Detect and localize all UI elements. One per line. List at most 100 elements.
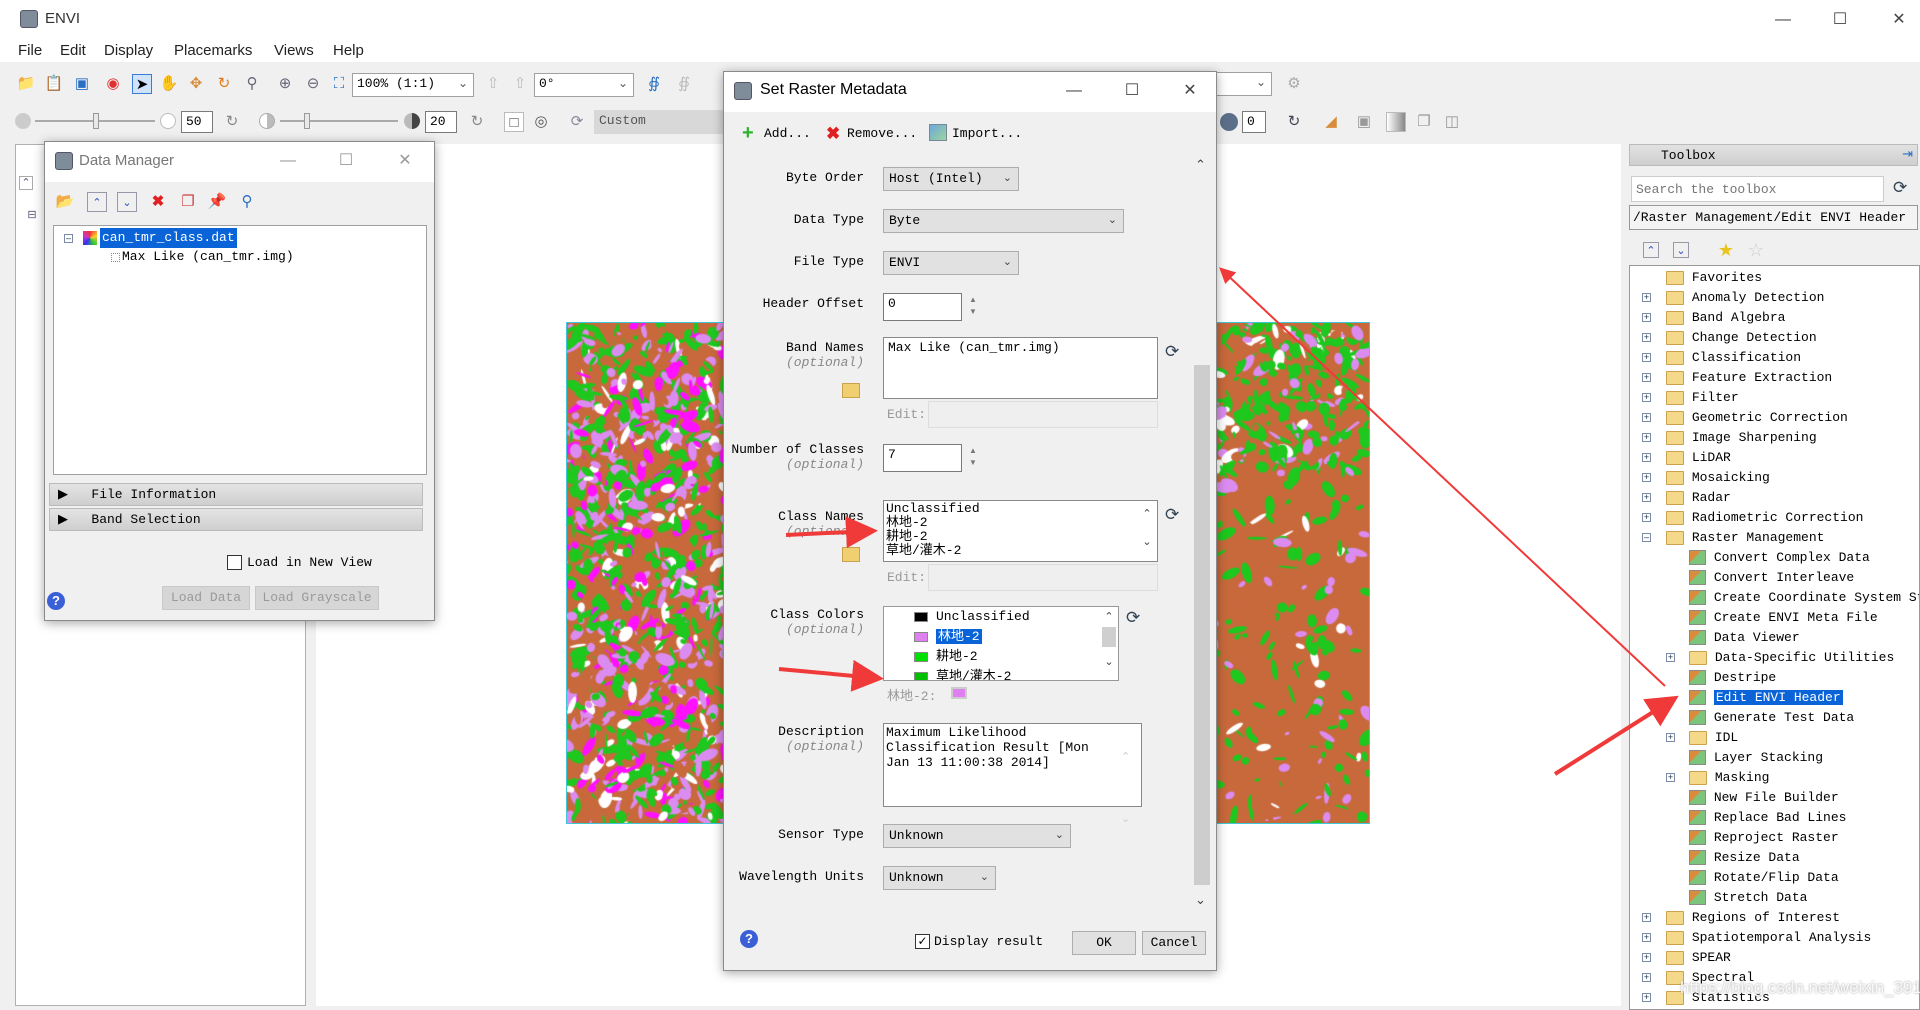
tree-expand-icon[interactable]: + <box>1642 333 1651 342</box>
minimize-button[interactable]: — <box>1763 5 1803 35</box>
tree-expand-icon[interactable]: + <box>1642 933 1651 942</box>
toolbox-folder[interactable]: Spatiotemporal Analysis <box>1666 928 1871 948</box>
sensor-type-select[interactable]: Unknown ⌄ <box>883 824 1071 848</box>
header-offset-input[interactable]: 0 <box>883 293 962 321</box>
tree-collapse-icon[interactable]: – <box>1642 533 1651 542</box>
reset-icon[interactable]: ⟳ <box>1126 608 1140 628</box>
toolbox-tool[interactable]: Rotate/Flip Data <box>1689 868 1839 888</box>
class-color-item[interactable]: 林地-2 <box>914 627 982 647</box>
selected-class-color-button[interactable] <box>951 687 967 699</box>
pan-hand-icon[interactable]: ✋ <box>159 74 179 94</box>
center-icon[interactable]: ◎ <box>531 112 551 132</box>
toolbox-folder[interactable]: Mosaicking <box>1666 468 1770 488</box>
zoom-in-icon[interactable]: ⊕ <box>275 74 295 94</box>
toolbox-tool[interactable]: New File Builder <box>1689 788 1839 808</box>
toolbox-folder[interactable]: Feature Extraction <box>1666 368 1832 388</box>
tree-expand-icon[interactable]: + <box>1642 493 1651 502</box>
brightness-slider[interactable] <box>35 113 155 129</box>
contrast-input[interactable]: 20 <box>425 111 457 133</box>
display-result-checkbox[interactable]: ✓ <box>915 934 930 949</box>
tree-expand-icon[interactable]: + <box>1666 773 1675 782</box>
toolbox-tool[interactable]: Resize Data <box>1689 848 1800 868</box>
stretch-type-field[interactable]: Custom <box>594 110 724 134</box>
dialog-scrollbar[interactable]: ⌃ ⌄ <box>1191 157 1211 977</box>
add-icon[interactable]: + <box>742 123 754 143</box>
menu-views[interactable]: Views <box>274 42 314 59</box>
tree-expand-icon[interactable]: + <box>1642 413 1651 422</box>
toolbox-tool[interactable]: Replace Bad Lines <box>1689 808 1846 828</box>
zoom-fit-icon[interactable]: ⛶ <box>329 74 349 94</box>
class-color-item[interactable]: 耕地-2 <box>914 647 978 667</box>
full-extent-icon[interactable]: □ <box>504 112 524 132</box>
tree-expand-icon[interactable]: + <box>1642 433 1651 442</box>
tree-expand-icon[interactable]: + <box>1642 513 1651 522</box>
description-scrollbar[interactable]: ⌃ ⌄ <box>1121 726 1130 850</box>
ruler-icon[interactable]: ◢ <box>1321 112 1341 132</box>
fly-icon[interactable]: ✥ <box>186 74 206 94</box>
toolbox-folder[interactable]: Filter <box>1666 388 1739 408</box>
toolbox-folder[interactable]: Change Detection <box>1666 328 1817 348</box>
overview-icon[interactable]: ▣ <box>1354 112 1374 132</box>
search-icon[interactable]: ⚲ <box>237 192 257 212</box>
toolbox-tool[interactable]: Create ENVI Meta File <box>1689 608 1878 628</box>
menu-file[interactable]: File <box>18 42 42 59</box>
tree-collapse-icon[interactable]: ⊟ <box>22 205 42 225</box>
tree-expand-icon[interactable]: + <box>1642 953 1651 962</box>
collapse-icon[interactable]: ⌃ <box>19 176 33 190</box>
swipe-icon[interactable]: ◫ <box>1442 112 1462 132</box>
help-icon[interactable]: ? <box>740 930 758 948</box>
tree-expand-icon[interactable]: + <box>1642 353 1651 362</box>
tree-expand-icon[interactable]: + <box>1642 393 1651 402</box>
toolbox-folder[interactable]: Anomaly Detection <box>1666 288 1824 308</box>
flicker-icon[interactable]: ❐ <box>1414 112 1434 132</box>
description-textarea[interactable]: Maximum Likelihood Classification Result… <box>883 723 1142 807</box>
scroll-down-icon[interactable]: ⌄ <box>1195 892 1206 908</box>
toolbox-folder[interactable]: Masking <box>1689 768 1769 788</box>
brightness-input[interactable]: 50 <box>181 111 213 133</box>
refresh-icon[interactable]: ↻ <box>1284 112 1304 132</box>
zoom-out-icon[interactable]: ⊖ <box>303 74 323 94</box>
menu-display[interactable]: Display <box>104 42 153 59</box>
class-name-item[interactable]: 林地-2 <box>886 516 1155 530</box>
minimize-button[interactable]: — <box>268 146 308 176</box>
tree-expand-icon[interactable]: + <box>1642 993 1651 1002</box>
help-icon[interactable]: ? <box>47 592 65 610</box>
toolbox-folder[interactable]: Regions of Interest <box>1666 908 1840 928</box>
crop-icon[interactable]: ▣ <box>72 74 92 94</box>
toolbox-tool[interactable]: Convert Interleave <box>1689 568 1854 588</box>
scrollbar-thumb[interactable] <box>1194 365 1210 885</box>
import-icon[interactable] <box>929 124 947 141</box>
toolbox-tool[interactable]: Reproject Raster <box>1689 828 1839 848</box>
remove-icon[interactable]: ✖ <box>826 124 840 144</box>
refresh-icon[interactable]: ⟳ <box>1893 178 1907 198</box>
tree-expand-icon[interactable]: + <box>1642 913 1651 922</box>
data-type-select[interactable]: Byte ⌄ <box>883 209 1124 233</box>
file-information-section[interactable]: ▶ File Information <box>49 483 423 506</box>
toolbox-tool[interactable]: Stretch Data <box>1689 888 1807 908</box>
add-favorite-icon[interactable]: ★ <box>1716 240 1736 260</box>
cancel-button[interactable]: Cancel <box>1142 931 1206 955</box>
toolbox-folder[interactable]: Geometric Correction <box>1666 408 1848 428</box>
blend-icon[interactable] <box>1386 112 1406 132</box>
gear-icon[interactable]: ⚙ <box>1284 74 1304 94</box>
class-color-item[interactable]: 草地/灌木-2 <box>914 667 1011 680</box>
tree-expand-icon[interactable]: + <box>1642 293 1651 302</box>
placemark-icon[interactable]: ◉ <box>103 74 123 94</box>
load-data-button[interactable]: Load Data <box>162 586 250 610</box>
close-button[interactable]: ✕ <box>385 146 425 176</box>
toolbox-tool[interactable]: Generate Test Data <box>1689 708 1854 728</box>
open-file-icon[interactable]: 📂 <box>55 192 75 212</box>
remove-favorite-icon[interactable]: ☆ <box>1746 240 1766 260</box>
tree-expand-icon[interactable]: + <box>1642 313 1651 322</box>
maximize-button[interactable]: ☐ <box>1820 5 1860 35</box>
transparency-input[interactable]: 0 <box>1242 111 1266 133</box>
maximize-button[interactable]: ☐ <box>326 146 366 176</box>
toolbox-tool[interactable]: Create Coordinate System Str <box>1689 588 1919 608</box>
move-down-icon[interactable]: ⌄ <box>1673 242 1689 258</box>
load-grayscale-button[interactable]: Load Grayscale <box>255 586 379 610</box>
toolbox-tool[interactable]: Layer Stacking <box>1689 748 1823 768</box>
toolbox-folder[interactable]: LiDAR <box>1666 448 1731 468</box>
clipboard-icon[interactable]: 📋 <box>44 74 64 94</box>
class-color-item[interactable]: Unclassified <box>914 607 1030 627</box>
header-offset-spinner[interactable]: ▲ ▼ <box>969 294 977 318</box>
